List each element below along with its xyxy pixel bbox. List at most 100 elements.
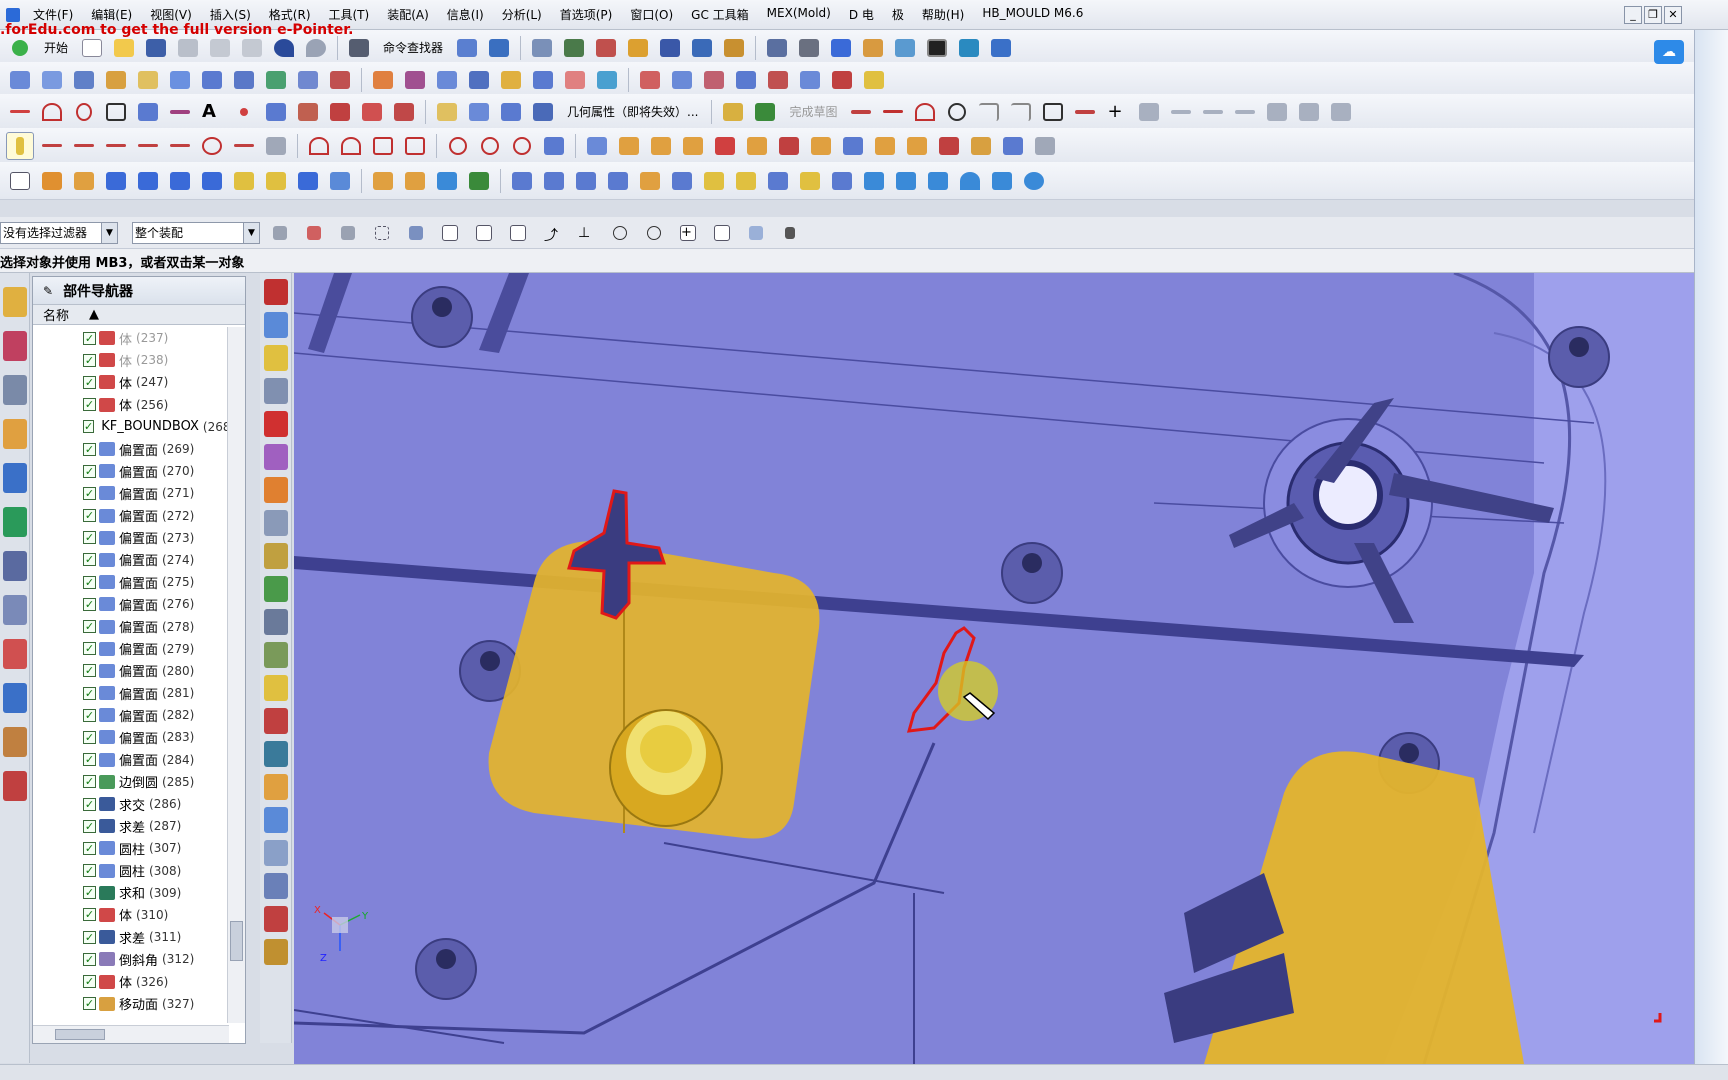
tree-node[interactable]: ✓ 偏置面 (275)	[33, 571, 227, 593]
graphics-window[interactable]: X Y Z	[294, 273, 1694, 1064]
mold-m-icon[interactable]	[264, 609, 288, 635]
rectangle-icon[interactable]	[102, 98, 130, 126]
visibility-checkbox[interactable]: ✓	[83, 442, 96, 456]
menu-item[interactable]: 装配(A)	[378, 6, 438, 23]
cone-icon[interactable]	[166, 167, 194, 195]
resize-face-icon[interactable]	[529, 66, 557, 94]
ruler-icon[interactable]	[720, 34, 748, 62]
tree-node[interactable]: ✓ 偏置面 (274)	[33, 549, 227, 571]
tree-node[interactable]: ✓ 求差 (311)	[33, 926, 227, 948]
intersection-point-icon[interactable]: ⊥	[572, 219, 600, 247]
replace-face-icon[interactable]	[497, 66, 525, 94]
sketch-circle-icon[interactable]	[943, 98, 971, 126]
circle-tangent-icon[interactable]	[508, 132, 536, 160]
sew-body-icon[interactable]	[668, 167, 696, 195]
cylinder-feature-icon[interactable]	[988, 167, 1016, 195]
command-finder-button[interactable]: 命令查找器	[383, 39, 443, 56]
slab-icon[interactable]	[264, 543, 288, 569]
tree-node[interactable]: ✓ 偏置面 (280)	[33, 660, 227, 682]
transform-icon[interactable]	[465, 98, 493, 126]
ellipse-icon[interactable]	[198, 132, 226, 160]
visibility-checkbox[interactable]: ✓	[83, 553, 96, 567]
blue-box-icon[interactable]	[264, 807, 288, 833]
edge-blend-icon[interactable]	[508, 167, 536, 195]
clock-icon[interactable]	[3, 551, 27, 581]
navigator-vertical-scrollbar[interactable]	[227, 327, 245, 1023]
bridge-curve-icon[interactable]	[764, 66, 792, 94]
divide-face-icon[interactable]	[433, 66, 461, 94]
assembly-load-icon[interactable]	[264, 312, 288, 338]
bounded-plane-icon[interactable]	[38, 66, 66, 94]
feature-cylinder-icon[interactable]	[615, 132, 643, 160]
feature-boss-icon[interactable]	[743, 132, 771, 160]
n-sided-icon[interactable]	[198, 66, 226, 94]
point-icon[interactable]	[230, 98, 258, 126]
arc-3pt-icon[interactable]	[305, 132, 333, 160]
end-point-icon[interactable]	[470, 219, 498, 247]
quadrant-point-icon[interactable]	[640, 219, 668, 247]
point-on-curve-icon[interactable]	[708, 219, 736, 247]
drawing-icon[interactable]	[264, 378, 288, 404]
navigator-horizontal-scrollbar[interactable]	[33, 1025, 229, 1043]
constraint-navigator-icon[interactable]	[3, 331, 27, 361]
offset-surface-icon[interactable]	[262, 66, 290, 94]
pull-face-icon[interactable]	[796, 167, 824, 195]
sketch-table-icon[interactable]	[1327, 98, 1355, 126]
unite-icon[interactable]	[369, 167, 397, 195]
visibility-checkbox[interactable]: ✓	[83, 620, 96, 634]
tree-node[interactable]: ✓ 体 (238)	[33, 349, 227, 371]
pin-icon[interactable]	[6, 131, 34, 160]
offset-sketch-icon[interactable]	[1135, 98, 1163, 126]
red-cube-icon[interactable]	[264, 279, 288, 305]
cone-feature-icon[interactable]	[956, 167, 984, 195]
menu-item[interactable]: 工具(T)	[320, 6, 379, 23]
face-selection-icon[interactable]	[334, 219, 362, 247]
dimension-icon[interactable]	[1295, 98, 1323, 126]
visibility-checkbox[interactable]: ✓	[83, 997, 96, 1011]
feature-thread-icon[interactable]	[935, 132, 963, 160]
snap-icon[interactable]	[592, 34, 620, 62]
menu-item[interactable]: 编辑(E)	[82, 6, 141, 23]
web-browser-icon[interactable]	[3, 463, 27, 493]
tree-node[interactable]: ✓ 偏置面 (283)	[33, 726, 227, 748]
visibility-checkbox[interactable]: ✓	[83, 708, 96, 722]
tree-node[interactable]: ✓ 求和 (309)	[33, 882, 227, 904]
curve-through-icon[interactable]	[166, 132, 194, 160]
parting-icon[interactable]	[264, 642, 288, 668]
trim-body-icon[interactable]	[465, 167, 493, 195]
mirror-feature-icon[interactable]	[892, 167, 920, 195]
type-filter-dropdown[interactable]: 没有选择过滤器 ▼	[0, 221, 118, 244]
quick-extend-icon[interactable]	[1199, 98, 1227, 126]
manufacturing-wizard-icon[interactable]	[3, 683, 27, 713]
menu-item[interactable]: 插入(S)	[201, 6, 260, 23]
text-icon[interactable]: A	[198, 98, 226, 126]
tree-node[interactable]: ✓ 偏置面 (279)	[33, 638, 227, 660]
visibility-checkbox[interactable]: ✓	[83, 908, 96, 922]
scrollbar-thumb[interactable]	[55, 1029, 105, 1040]
snap-point-toggle-icon[interactable]	[436, 219, 464, 247]
arc-center-point-icon[interactable]	[606, 219, 634, 247]
visibility-checkbox[interactable]: ✓	[83, 775, 96, 789]
fillet-2d-icon[interactable]	[369, 132, 397, 160]
ladder-icon[interactable]	[264, 939, 288, 965]
visibility-checkbox[interactable]: ✓	[83, 664, 96, 678]
tree-node[interactable]: ✓ 偏置面 (271)	[33, 482, 227, 504]
history-icon[interactable]	[3, 507, 27, 537]
selection-scope-dropdown[interactable]: 整个装配 ▼	[132, 221, 260, 244]
3d-model-view[interactable]: X Y Z	[294, 273, 1694, 1064]
extract-body-icon[interactable]	[924, 167, 952, 195]
revolve-icon[interactable]	[70, 167, 98, 195]
cylinder-icon[interactable]	[134, 167, 162, 195]
tree-node[interactable]: ✓ 偏置面 (284)	[33, 749, 227, 771]
layer-settings-icon[interactable]	[528, 34, 556, 62]
tree-node[interactable]: ✓ 偏置面 (281)	[33, 682, 227, 704]
extract-curve-icon[interactable]	[860, 66, 888, 94]
shell-icon[interactable]	[572, 167, 600, 195]
background-icon[interactable]	[923, 34, 951, 62]
process-studio-icon[interactable]	[3, 639, 27, 669]
isoparametric-icon[interactable]	[828, 66, 856, 94]
law-curve-icon[interactable]	[294, 98, 322, 126]
visibility-checkbox[interactable]: ✓	[83, 797, 96, 811]
tree-node[interactable]: ✓ 倒斜角 (312)	[33, 948, 227, 970]
chamfer-2d-icon[interactable]	[401, 132, 429, 160]
